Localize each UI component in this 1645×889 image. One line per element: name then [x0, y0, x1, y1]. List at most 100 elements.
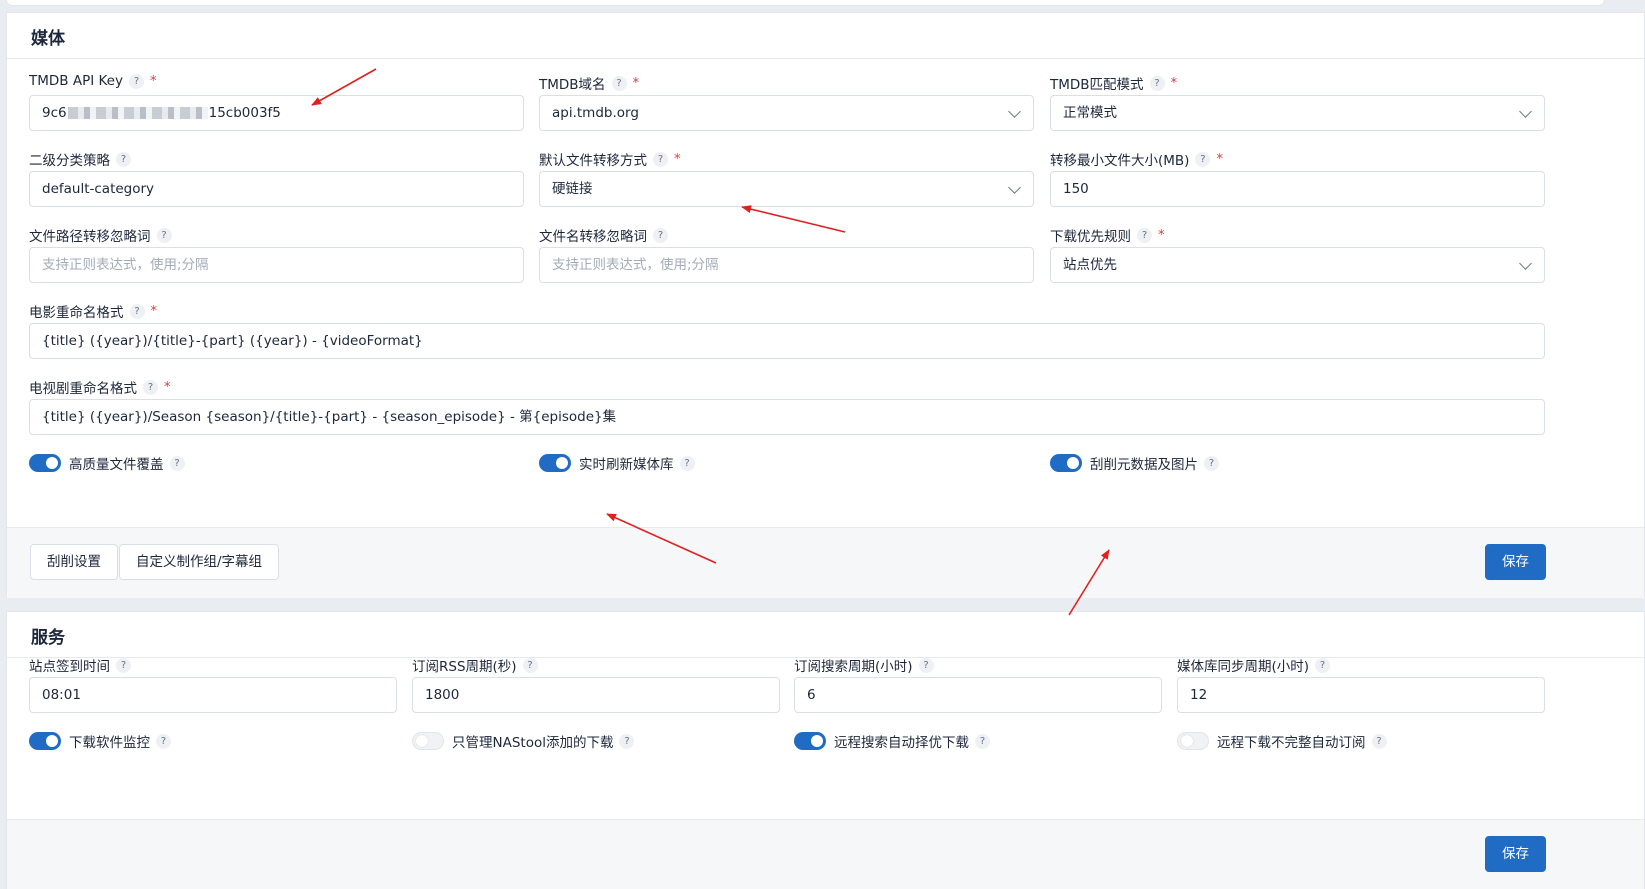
only-nastool-switch[interactable]	[412, 732, 444, 750]
tmdb-api-key-input[interactable]: 9c6 15cb003f5	[29, 95, 524, 131]
transfer-mode-select[interactable]: 硬链接	[539, 171, 1034, 207]
help-icon[interactable]: ?	[143, 379, 158, 395]
help-icon[interactable]: ?	[1195, 151, 1211, 167]
required-mark: *	[1216, 151, 1223, 167]
service-card-footer: 保存	[7, 819, 1644, 889]
help-icon[interactable]: ?	[611, 75, 627, 91]
realtime-refresh-switch[interactable]	[539, 454, 571, 472]
scrape-metadata-label: 刮削元数据及图片	[1090, 457, 1198, 473]
help-icon[interactable]: ?	[679, 455, 695, 471]
tv-rename-input[interactable]: {title} ({year})/Season {season}/{title}…	[29, 399, 1545, 435]
scrape-settings-button[interactable]: 刮削设置	[30, 544, 118, 580]
hq-overwrite-toggle-row: 高质量文件覆盖?	[29, 453, 185, 473]
only-nastool-toggle-row: 只管理NAStool添加的下载?	[412, 731, 635, 751]
tv-rename-label: 电视剧重命名格式	[29, 381, 137, 397]
download-priority-select[interactable]: 站点优先	[1050, 247, 1545, 283]
help-icon[interactable]: ?	[1149, 75, 1165, 91]
required-mark: *	[150, 303, 158, 319]
library-sync-label: 媒体库同步周期(小时)	[1177, 659, 1310, 675]
filename-ignore-label: 文件名转移忽略词	[539, 229, 647, 245]
min-file-size-input[interactable]: 150	[1050, 171, 1545, 207]
transfer-mode-value: 硬链接	[552, 181, 593, 197]
help-icon[interactable]: ?	[169, 455, 185, 471]
help-icon[interactable]: ?	[116, 657, 131, 673]
realtime-refresh-toggle-row: 实时刷新媒体库?	[539, 453, 695, 473]
hq-overwrite-switch[interactable]	[29, 454, 61, 472]
required-mark: *	[1158, 227, 1165, 243]
tmdb-api-key-label: TMDB API Key	[29, 73, 123, 89]
remote-auto-select-label: 远程搜索自动择优下载	[834, 735, 969, 751]
remote-auto-select-toggle-row: 远程搜索自动择优下载?	[794, 731, 990, 751]
transfer-mode-label: 默认文件转移方式	[539, 153, 647, 169]
scrape-metadata-toggle-row: 刮削元数据及图片?	[1050, 453, 1219, 473]
required-mark: *	[674, 151, 681, 167]
help-icon[interactable]: ?	[1371, 733, 1387, 749]
previous-card-edge	[6, 0, 1605, 6]
help-icon[interactable]: ?	[156, 227, 172, 243]
filename-ignore-input[interactable]: 支持正则表达式，使用;分隔	[539, 247, 1034, 283]
hq-overwrite-label: 高质量文件覆盖	[69, 457, 164, 473]
checkin-time-label: 站点签到时间	[29, 659, 110, 675]
only-nastool-label: 只管理NAStool添加的下载	[452, 735, 614, 751]
path-ignore-input[interactable]: 支持正则表达式，使用;分隔	[29, 247, 524, 283]
library-sync-input[interactable]: 12	[1177, 677, 1545, 713]
media-card-footer: 刮削设置 自定义制作组/字幕组 保存	[7, 527, 1644, 598]
help-icon[interactable]: ?	[1315, 657, 1331, 673]
help-icon[interactable]: ?	[156, 733, 171, 749]
movie-rename-input[interactable]: {title} ({year})/{title}-{part} ({year})…	[29, 323, 1545, 359]
path-ignore-label: 文件路径转移忽略词	[29, 229, 151, 245]
service-settings-card: 服务 站点签到时间? 08:01 订阅RSS周期(秒)? 1800 订阅搜索周期…	[6, 611, 1645, 889]
help-icon[interactable]: ?	[653, 151, 668, 167]
help-icon[interactable]: ?	[129, 303, 145, 319]
search-interval-label: 订阅搜索周期(小时)	[794, 659, 913, 675]
required-mark: *	[149, 73, 157, 89]
secondary-category-input[interactable]: default-category	[29, 171, 524, 207]
tmdb-domain-label: TMDB域名	[539, 77, 606, 93]
remote-incomplete-label: 远程下载不完整自动订阅	[1217, 735, 1366, 751]
required-mark: *	[1170, 75, 1178, 91]
help-icon[interactable]: ?	[653, 227, 668, 243]
help-icon[interactable]: ?	[1204, 455, 1219, 471]
service-card-header: 服务	[7, 612, 1644, 658]
chevron-down-icon	[1519, 105, 1532, 118]
service-card-title: 服务	[31, 628, 65, 648]
api-key-prefix: 9c6	[42, 105, 67, 121]
rss-interval-input[interactable]: 1800	[412, 677, 780, 713]
required-mark: *	[164, 379, 171, 395]
help-icon[interactable]: ?	[522, 657, 538, 673]
help-icon[interactable]: ?	[918, 657, 934, 673]
remote-incomplete-switch[interactable]	[1177, 732, 1209, 750]
min-file-size-label: 转移最小文件大小(MB)	[1050, 153, 1190, 169]
required-mark: *	[632, 75, 640, 91]
help-icon[interactable]: ?	[1137, 227, 1152, 243]
downloader-monitor-switch[interactable]	[29, 732, 61, 750]
chevron-down-icon	[1519, 257, 1532, 270]
chevron-down-icon	[1008, 105, 1021, 118]
help-icon[interactable]: ?	[619, 733, 635, 749]
api-key-suffix: 15cb003f5	[208, 105, 281, 121]
tmdb-match-mode-value: 正常模式	[1063, 105, 1117, 121]
custom-groups-button[interactable]: 自定义制作组/字幕组	[119, 544, 280, 580]
checkin-time-input[interactable]: 08:01	[29, 677, 397, 713]
media-save-button[interactable]: 保存	[1485, 544, 1546, 580]
media-settings-card: 媒体 TMDB API Key? * 9c6 15cb003f5 TMDB域名? * …	[6, 12, 1645, 598]
help-icon[interactable]: ?	[975, 733, 990, 749]
tmdb-match-mode-select[interactable]: 正常模式	[1050, 95, 1545, 131]
tmdb-match-mode-label: TMDB匹配模式	[1050, 77, 1144, 93]
search-interval-input[interactable]: 6	[794, 677, 1162, 713]
downloader-monitor-label: 下载软件监控	[69, 735, 150, 751]
rss-interval-label: 订阅RSS周期(秒)	[412, 659, 517, 675]
tmdb-domain-select[interactable]: api.tmdb.org	[539, 95, 1034, 131]
media-card-header: 媒体	[7, 13, 1644, 59]
remote-auto-select-switch[interactable]	[794, 732, 826, 750]
realtime-refresh-label: 实时刷新媒体库	[579, 457, 674, 473]
help-icon[interactable]: ?	[116, 151, 131, 167]
media-card-title: 媒体	[31, 29, 65, 49]
service-save-button[interactable]: 保存	[1485, 836, 1546, 872]
scrape-metadata-switch[interactable]	[1050, 454, 1082, 472]
movie-rename-label: 电影重命名格式	[29, 305, 124, 321]
chevron-down-icon	[1008, 181, 1021, 194]
help-icon[interactable]: ?	[128, 73, 144, 89]
download-priority-value: 站点优先	[1063, 257, 1117, 273]
downloader-monitor-toggle-row: 下载软件监控?	[29, 731, 171, 751]
